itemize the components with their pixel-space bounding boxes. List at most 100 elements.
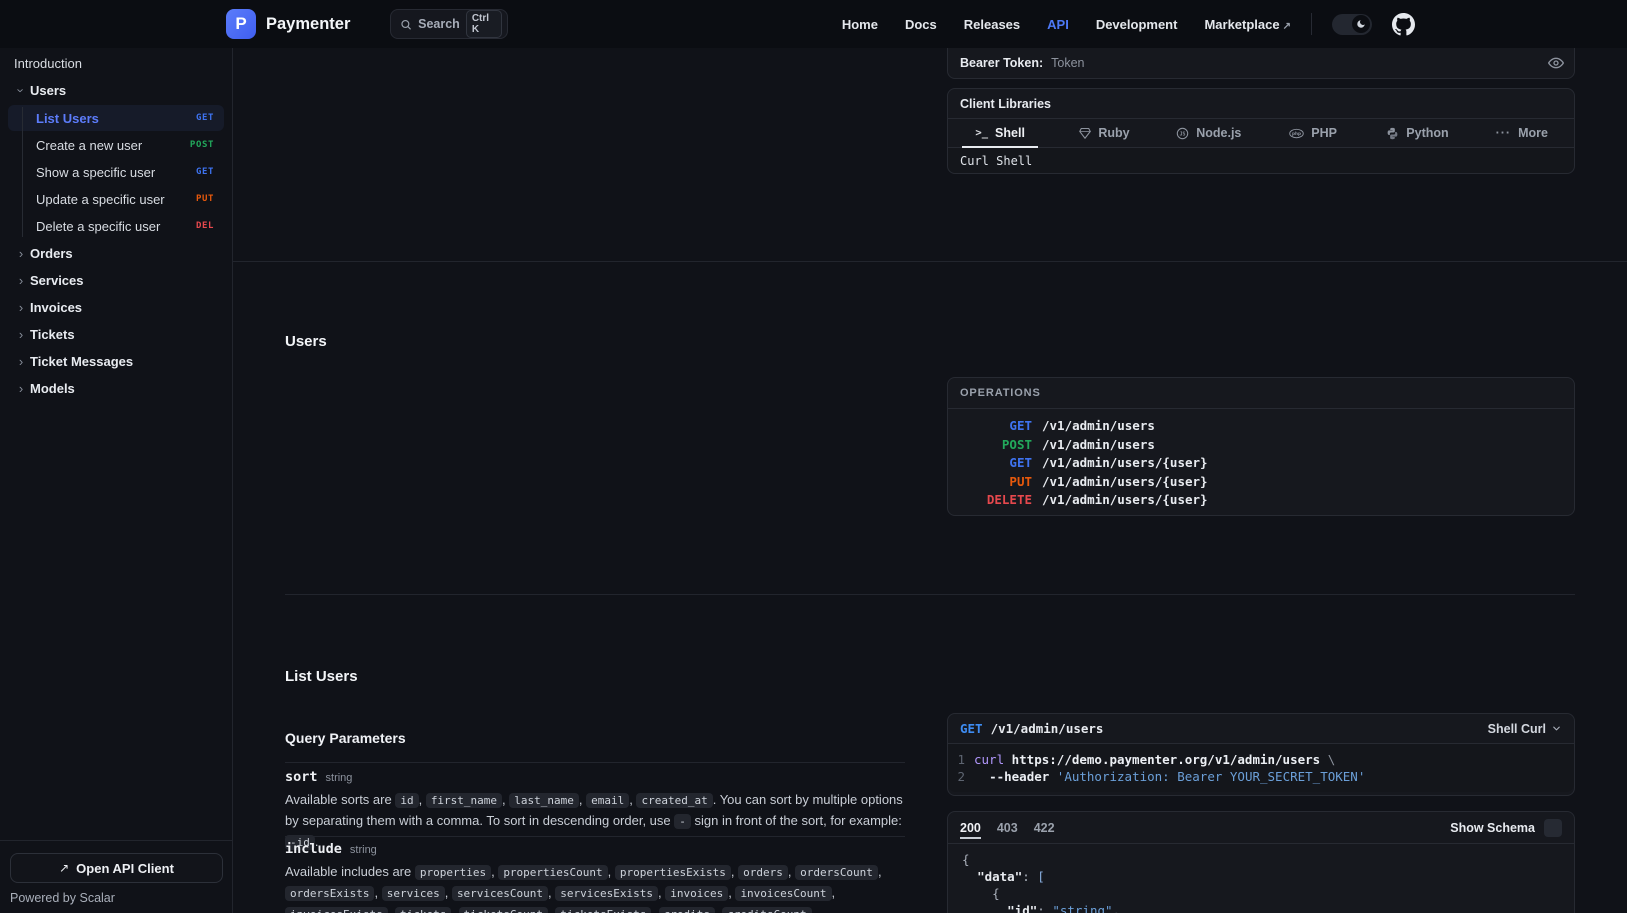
client-selector-dropdown[interactable]: Shell Curl — [1488, 722, 1562, 736]
code-line: 1curl https://demo.paymenter.org/v1/admi… — [948, 751, 1574, 768]
tab-status-200[interactable]: 200 — [960, 812, 981, 843]
sidebar-group-services[interactable]: › Services — [8, 267, 224, 294]
bearer-token-label: Bearer Token: — [960, 56, 1043, 70]
arrow-up-right-icon: ↗ — [59, 861, 69, 875]
sidebar-item-show-user[interactable]: Show a specific user GET — [8, 159, 224, 185]
sidebar-item-label: Delete a specific user — [36, 219, 160, 234]
nav-link-development[interactable]: Development — [1096, 17, 1178, 32]
tab-shell[interactable]: >_ Shell — [948, 119, 1052, 147]
terminal-icon: >_ — [975, 127, 988, 139]
sidebar-group-ticket-messages[interactable]: › Ticket Messages — [8, 348, 224, 375]
line-number: 2 — [948, 768, 974, 785]
response-status-tabs: 200 403 422 — [960, 812, 1055, 843]
operations-list: GET /v1/admin/users POST /v1/admin/users… — [948, 409, 1574, 510]
sidebar-group-models[interactable]: › Models — [8, 375, 224, 402]
method-badge: GET — [196, 167, 214, 177]
tab-label: Node.js — [1196, 126, 1241, 140]
operations-panel: OPERATIONS GET /v1/admin/users POST /v1/… — [947, 377, 1575, 516]
sidebar-nav: Introduction › Users List Users GET Crea… — [0, 48, 232, 402]
nav-link-home[interactable]: Home — [842, 17, 878, 32]
sidebar-group-label: Models — [30, 381, 75, 396]
sidebar: Introduction › Users List Users GET Crea… — [0, 48, 233, 913]
sidebar-item-label: List Users — [36, 111, 99, 126]
operation-row[interactable]: GET /v1/admin/users — [948, 417, 1574, 436]
bearer-token-field[interactable]: Bearer Token: Token — [948, 47, 1574, 78]
response-json-block: { "data": [ { "id": "string", — [948, 844, 1574, 913]
operation-row[interactable]: POST /v1/admin/users — [948, 436, 1574, 455]
sidebar-item-create-user[interactable]: Create a new user POST — [8, 132, 224, 158]
tab-label: Shell — [995, 126, 1025, 140]
nav-link-releases[interactable]: Releases — [964, 17, 1020, 32]
bearer-token-value[interactable]: Token — [1051, 56, 1548, 70]
powered-by-scalar[interactable]: Powered by Scalar — [10, 891, 115, 905]
sidebar-group-label: Tickets — [30, 327, 75, 342]
param-divider — [285, 836, 905, 837]
nav-link-docs[interactable]: Docs — [905, 17, 937, 32]
sidebar-group-orders[interactable]: › Orders — [8, 240, 224, 267]
list-users-title: List Users — [285, 668, 358, 685]
ruby-icon — [1079, 127, 1091, 139]
navbar-divider — [1311, 13, 1312, 35]
brand[interactable]: P Paymenter — [226, 9, 350, 39]
chevron-down-icon: › — [14, 82, 29, 100]
tab-python[interactable]: Python — [1365, 119, 1469, 147]
tab-label: More — [1518, 126, 1548, 140]
curl-code-block: 1curl https://demo.paymenter.org/v1/admi… — [948, 744, 1574, 792]
operation-row[interactable]: DELETE /v1/admin/users/{user} — [948, 491, 1574, 510]
sidebar-group-invoices[interactable]: › Invoices — [8, 294, 224, 321]
nav-cluster: Home Docs Releases API Development Marke… — [842, 13, 1415, 36]
tab-status-422[interactable]: 422 — [1034, 812, 1055, 843]
tab-more[interactable]: ··· More — [1470, 119, 1574, 147]
json-line: { — [962, 885, 1574, 902]
tab-php[interactable]: php PHP — [1261, 119, 1365, 147]
request-sample-panel: GET /v1/admin/users Shell Curl 1curl htt… — [947, 713, 1575, 796]
tab-ruby[interactable]: Ruby — [1052, 119, 1156, 147]
nav-link-api[interactable]: API — [1047, 17, 1069, 32]
search-input[interactable]: Search Ctrl K — [390, 9, 508, 39]
sidebar-item-list-users[interactable]: List Users GET — [8, 105, 224, 131]
section-divider-top — [233, 261, 1627, 262]
query-params-divider — [285, 762, 905, 763]
svg-text:JS: JS — [1180, 131, 1186, 137]
ellipsis-icon: ··· — [1496, 126, 1512, 140]
operation-path: /v1/admin/users/{user} — [1042, 473, 1208, 492]
sidebar-item-update-user[interactable]: Update a specific user PUT — [8, 186, 224, 212]
github-icon[interactable] — [1392, 13, 1415, 36]
operation-method: DELETE — [948, 491, 1032, 510]
operation-method: GET — [948, 454, 1032, 473]
open-api-client-button[interactable]: ↗ Open API Client — [10, 853, 223, 883]
tab-nodejs[interactable]: JS Node.js — [1157, 119, 1261, 147]
moon-icon — [1352, 15, 1370, 33]
line-number: 1 — [948, 751, 974, 768]
tab-status-403[interactable]: 403 — [997, 812, 1018, 843]
nav-link-marketplace[interactable]: Marketplace↗ — [1204, 17, 1291, 32]
request-path: /v1/admin/users — [991, 721, 1104, 736]
sidebar-item-delete-user[interactable]: Delete a specific user DEL — [8, 213, 224, 239]
operations-header: OPERATIONS — [948, 378, 1574, 409]
json-line: { — [962, 851, 1574, 868]
eye-icon[interactable] — [1548, 55, 1564, 71]
chevron-right-icon: › — [12, 354, 30, 369]
search-icon — [400, 18, 412, 31]
theme-toggle[interactable] — [1332, 14, 1372, 35]
json-line: "data": [ — [962, 868, 1574, 885]
sidebar-item-label: Create a new user — [36, 138, 142, 153]
param-sort-description: Available sorts are id, first_name, last… — [285, 790, 905, 853]
chevron-right-icon: › — [12, 300, 30, 315]
operation-row[interactable]: PUT /v1/admin/users/{user} — [948, 473, 1574, 492]
sidebar-users-children: List Users GET Create a new user POST Sh… — [8, 105, 224, 239]
sidebar-group-users[interactable]: › Users — [8, 77, 224, 104]
operation-row[interactable]: GET /v1/admin/users/{user} — [948, 454, 1574, 473]
param-include-description: Available includes are properties, prope… — [285, 862, 905, 913]
sidebar-group-tickets[interactable]: › Tickets — [8, 321, 224, 348]
chevron-down-icon — [1551, 723, 1562, 734]
operations-label: OPERATIONS — [960, 387, 1041, 399]
chevron-right-icon: › — [12, 273, 30, 288]
sidebar-group-label: Invoices — [30, 300, 82, 315]
param-include: include string — [285, 841, 377, 857]
show-schema-toggle[interactable] — [1544, 819, 1562, 837]
param-type: string — [350, 844, 377, 856]
sidebar-footer-divider — [0, 840, 232, 841]
nav-link-label: Marketplace — [1204, 17, 1279, 32]
sidebar-item-introduction[interactable]: Introduction — [8, 50, 224, 77]
